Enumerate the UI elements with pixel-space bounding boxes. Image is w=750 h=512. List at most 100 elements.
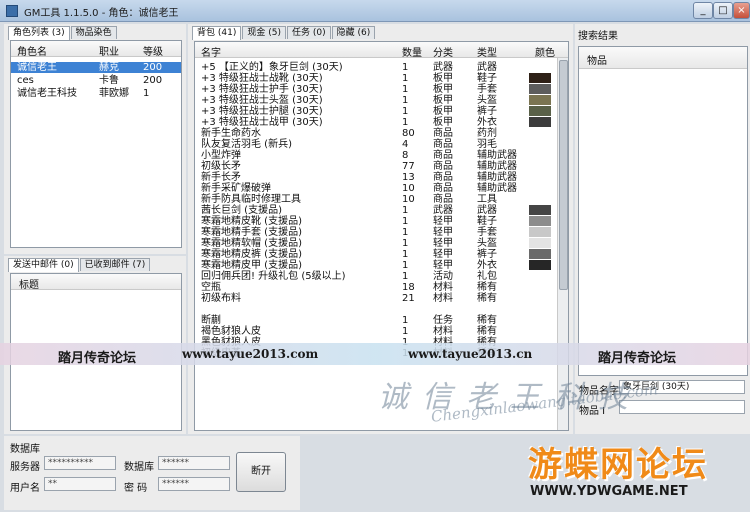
col-title[interactable]: 标题 bbox=[19, 276, 39, 291]
inventory-row[interactable]: +3 特级狂战士战靴 (30天) 1 板甲 鞋子 bbox=[195, 73, 568, 84]
item-quantity: 1 bbox=[402, 117, 409, 128]
tab-received-mail[interactable]: 已收到邮件 (7) bbox=[79, 258, 151, 271]
col-item[interactable]: 物品 bbox=[587, 52, 607, 67]
inventory-row[interactable]: 茜长巨剑 (支援品) 1 武器 武器 bbox=[195, 205, 568, 216]
username-field[interactable]: ** bbox=[44, 477, 116, 491]
col-quantity[interactable]: 数量 bbox=[402, 44, 422, 59]
item-color-swatch bbox=[529, 106, 551, 116]
inventory-scroll-thumb[interactable] bbox=[559, 60, 568, 290]
inventory-row[interactable]: 寒霜地精手套 (支援品) 1 轻甲 手套 bbox=[195, 227, 568, 238]
inventory-tabs: 背包 (41) 现金 (5) 任务 (0) 隐藏 (6) bbox=[192, 26, 376, 40]
server-label: 服务器 bbox=[10, 462, 40, 473]
item-name: 空瓶 bbox=[201, 282, 221, 293]
server-field[interactable]: ********** bbox=[44, 456, 116, 470]
col-level[interactable]: 等级 bbox=[143, 43, 163, 58]
col-type[interactable]: 类型 bbox=[477, 44, 497, 59]
inventory-row[interactable]: 断蒯 1 任务 稀有 bbox=[195, 315, 568, 326]
inventory-row[interactable] bbox=[195, 304, 568, 315]
item-category: 轻甲 bbox=[433, 260, 453, 271]
tab-character-list[interactable]: 角色列表 (3) bbox=[8, 26, 70, 40]
item-color-swatch bbox=[529, 238, 551, 248]
search-results-header: 物品 bbox=[579, 47, 747, 69]
inventory-row[interactable]: +3 特级狂战士护手 (30天) 1 板甲 手套 bbox=[195, 84, 568, 95]
inventory-row[interactable]: 寒霜地精皮靴 (支援品) 1 轻甲 鞋子 bbox=[195, 216, 568, 227]
item-name: 断蒯 bbox=[201, 315, 221, 326]
item-quantity: 1 bbox=[402, 260, 409, 271]
tab-hidden[interactable]: 隐藏 (6) bbox=[331, 26, 376, 39]
inventory-row[interactable]: 新手防具临时修理工具 10 商品 工具 bbox=[195, 194, 568, 205]
character-job: 菲欧娜 bbox=[99, 88, 129, 99]
character-name: 诚信老王科技 bbox=[17, 88, 77, 99]
maximize-button[interactable]: □ bbox=[713, 2, 733, 19]
col-category[interactable]: 分类 bbox=[433, 44, 453, 59]
inventory-row[interactable]: +3 特级狂战士护腿 (30天) 1 板甲 裤子 bbox=[195, 106, 568, 117]
inventory-row[interactable]: 寒霜地精软帽 (支援品) 1 轻甲 头盔 bbox=[195, 238, 568, 249]
inventory-row[interactable]: 寒霜地精皮甲 (支援品) 1 轻甲 外衣 bbox=[195, 260, 568, 271]
item-category: 商品 bbox=[433, 172, 453, 183]
inventory-row[interactable]: 初级布料 21 材料 稀有 bbox=[195, 293, 568, 304]
tab-quest[interactable]: 任务 (0) bbox=[286, 26, 331, 39]
inventory-row[interactable]: 回归佣兵团! 升级礼包 (5级以上) 1 活动 礼包 bbox=[195, 271, 568, 282]
col-color[interactable]: 颜色 bbox=[535, 44, 555, 59]
character-row[interactable]: 诚信老王科技 菲欧娜 1 bbox=[11, 88, 181, 99]
database-field[interactable]: ****** bbox=[158, 456, 230, 470]
inventory-row[interactable]: 初级长矛 77 商品 辅助武器 bbox=[195, 161, 568, 172]
item-color-swatch bbox=[529, 227, 551, 237]
inventory-row[interactable]: 队友复活羽毛 (新兵) 4 商品 羽毛 bbox=[195, 139, 568, 150]
inventory-row[interactable]: 新手生命药水 80 商品 药剂 bbox=[195, 128, 568, 139]
tab-sending-mail[interactable]: 发送中邮件 (0) bbox=[8, 258, 79, 272]
item-name: 褐色豺狼人皮 bbox=[201, 326, 261, 337]
inventory-row[interactable]: 新手长矛 13 商品 辅助武器 bbox=[195, 172, 568, 183]
col-item-name[interactable]: 名字 bbox=[201, 44, 221, 59]
item-category: 商品 bbox=[433, 194, 453, 205]
close-button[interactable]: × bbox=[733, 2, 750, 19]
item-name: 初级长矛 bbox=[201, 161, 241, 172]
character-row[interactable]: ces 卡鲁 200 bbox=[11, 75, 181, 86]
item-category: 板甲 bbox=[433, 117, 453, 128]
item-type: 辅助武器 bbox=[477, 172, 517, 183]
item-type: 药剂 bbox=[477, 128, 497, 139]
inventory-row[interactable]: 褐色豺狼人皮 1 材料 稀有 bbox=[195, 326, 568, 337]
item-name: 队友复活羽毛 (新兵) bbox=[201, 139, 292, 150]
col-job[interactable]: 职业 bbox=[99, 43, 119, 58]
password-field[interactable]: ****** bbox=[158, 477, 230, 491]
database-label: 数据库 bbox=[124, 462, 154, 473]
mail-list-header: 标题 bbox=[11, 274, 181, 291]
item-quantity: 1 bbox=[402, 73, 409, 84]
item-type: 稀有 bbox=[477, 293, 497, 304]
item-type: 武器 bbox=[477, 205, 497, 216]
item-name: 新手生命药水 bbox=[201, 128, 261, 139]
inventory-row[interactable]: +3 特级狂战士头盔 (30天) 1 板甲 头盔 bbox=[195, 95, 568, 106]
item-quantity: 1 bbox=[402, 84, 409, 95]
inventory-row[interactable]: +3 特级狂战士战甲 (30天) 1 板甲 外衣 bbox=[195, 117, 568, 128]
item-category: 材料 bbox=[433, 293, 453, 304]
item-quantity: 1 bbox=[402, 271, 409, 282]
item-name: 茜长巨剑 (支援品) bbox=[201, 205, 282, 216]
item-type: 鞋子 bbox=[477, 216, 497, 227]
search-results-list[interactable]: 物品 bbox=[578, 46, 748, 376]
item-type: 手套 bbox=[477, 84, 497, 95]
inventory-list-header: 名字 数量 分类 类型 颜色 bbox=[195, 42, 568, 59]
item-color-swatch bbox=[529, 216, 551, 226]
character-panel: 角色列表 (3) 物品染色 角色名 职业 等级 诚信老王 赫克 200 ces … bbox=[4, 24, 186, 254]
inventory-row[interactable]: 小型炸弹 8 商品 辅助武器 bbox=[195, 150, 568, 161]
inventory-row[interactable]: 寒霜地精皮裤 (支援品) 1 轻甲 裤子 bbox=[195, 249, 568, 260]
col-name[interactable]: 角色名 bbox=[17, 43, 47, 58]
tab-backpack[interactable]: 背包 (41) bbox=[192, 26, 242, 40]
item-name: 寒霜地精皮裤 (支援品) bbox=[201, 249, 302, 260]
character-list[interactable]: 角色名 职业 等级 诚信老王 赫克 200 ces 卡鲁 200 诚信老王科技 … bbox=[10, 40, 182, 248]
tab-item-dye[interactable]: 物品染色 bbox=[70, 26, 117, 39]
item-type: 稀有 bbox=[477, 326, 497, 337]
minimize-button[interactable]: _ bbox=[693, 2, 713, 19]
item-quantity: 21 bbox=[402, 293, 415, 304]
item-quantity: 18 bbox=[402, 282, 415, 293]
character-level: 1 bbox=[143, 88, 150, 99]
inventory-row[interactable]: +5 【正义的】象牙巨剑 (30天) 1 武器 武器 bbox=[195, 62, 568, 73]
inventory-row[interactable]: 空瓶 18 材料 稀有 bbox=[195, 282, 568, 293]
disconnect-button[interactable]: 断开 bbox=[236, 452, 286, 492]
character-row[interactable]: 诚信老王 赫克 200 bbox=[11, 62, 181, 73]
tab-cash[interactable]: 现金 (5) bbox=[242, 26, 286, 39]
inventory-row[interactable]: 新手采矿爆破弹 10 商品 辅助武器 bbox=[195, 183, 568, 194]
search-results-title: 搜索结果 bbox=[578, 31, 618, 42]
item-name: +3 特级狂战士头盔 (30天) bbox=[201, 95, 323, 106]
